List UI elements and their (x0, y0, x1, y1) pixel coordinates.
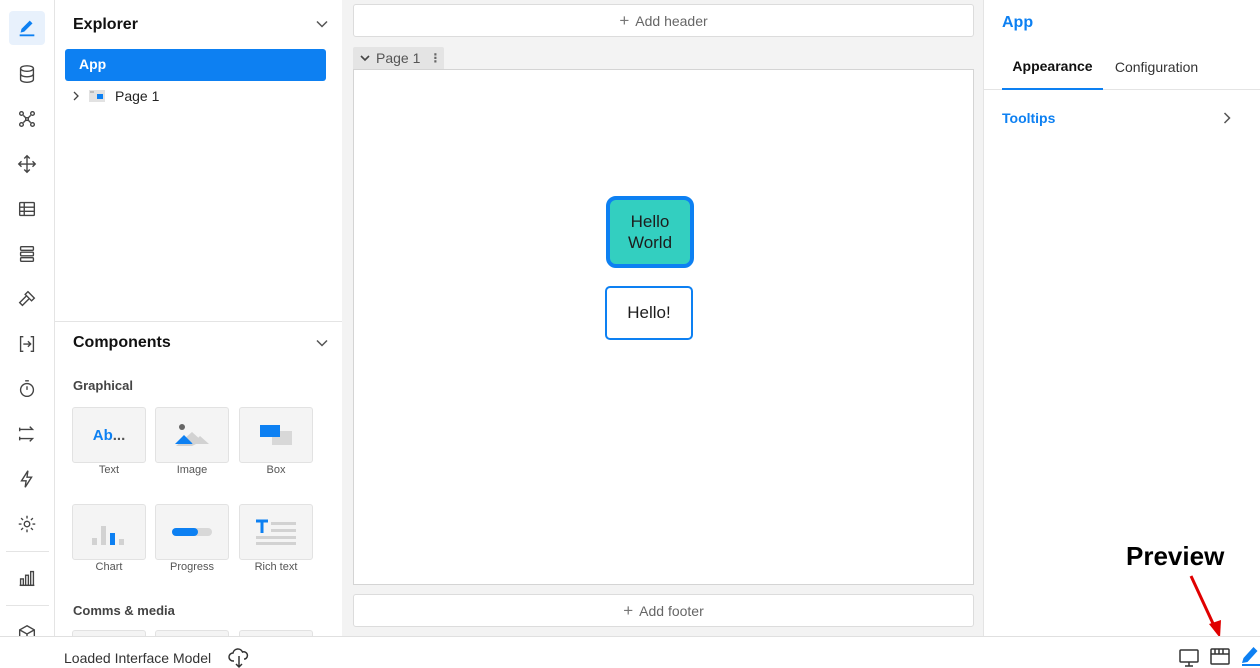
add-header-button[interactable]: + Add header (353, 4, 974, 37)
chevron-right-icon[interactable] (1220, 111, 1234, 125)
box-icon (260, 425, 292, 445)
chevron-right-icon[interactable] (71, 91, 81, 101)
components-panel: Components Graphical Ab... Text Image Bo… (55, 322, 342, 636)
plus-icon: + (623, 601, 634, 620)
explorer-title: Explorer (73, 16, 138, 33)
move-icon[interactable] (9, 147, 45, 181)
page-icon (89, 90, 105, 102)
page-tab[interactable]: Page 1 ⋮ (353, 47, 444, 69)
component-text[interactable]: Ab... Text (72, 407, 146, 476)
component-progress[interactable]: Progress (155, 504, 229, 573)
hammer-icon[interactable] (9, 282, 45, 316)
explorer-panel: Explorer App Page 1 (55, 0, 342, 322)
edit-icon[interactable] (9, 11, 45, 45)
chevron-down-icon[interactable] (360, 53, 370, 63)
tree-item-page-label: Page 1 (115, 88, 160, 104)
routing-icon[interactable] (9, 417, 45, 451)
annotation-arrow-icon (1189, 575, 1221, 638)
component-rich-text[interactable]: Rich text (239, 504, 313, 573)
progress-icon (172, 528, 212, 536)
network-icon[interactable] (9, 102, 45, 136)
status-bar: Loaded Interface Model (0, 636, 1260, 668)
properties-tabs: Appearance Configuration (984, 44, 1260, 90)
preview-icon[interactable] (1209, 646, 1231, 668)
chevron-down-icon[interactable] (315, 17, 329, 31)
plus-icon: + (619, 11, 630, 30)
status-text: Loaded Interface Model (64, 650, 212, 666)
database-icon[interactable] (9, 57, 45, 91)
tree-item-page[interactable]: Page 1 (71, 86, 159, 106)
more-options-icon[interactable]: ⋮ (429, 51, 441, 65)
tree-item-app[interactable]: App (65, 49, 326, 81)
rich-text-icon (256, 519, 296, 545)
import-icon[interactable] (9, 327, 45, 361)
hello-button[interactable]: Hello! (605, 286, 693, 340)
chart-icon (92, 526, 124, 545)
image-icon (175, 424, 209, 446)
tooltips-section[interactable]: Tooltips (1002, 110, 1055, 126)
list-icon[interactable] (9, 237, 45, 271)
canvas-area: + Add header Page 1 ⋮ Hello World Hello!… (342, 0, 983, 636)
table-icon[interactable] (9, 192, 45, 226)
add-footer-button[interactable]: + Add footer (353, 594, 974, 627)
icon-rail (0, 0, 55, 644)
graphical-section-label: Graphical (73, 378, 133, 393)
text-icon: Ab... (92, 426, 126, 444)
chart-icon[interactable] (9, 561, 45, 595)
rail-divider (6, 605, 49, 606)
component-image[interactable]: Image (155, 407, 229, 476)
properties-title: App (1002, 14, 1034, 31)
edit-mode-icon[interactable] (1240, 644, 1260, 666)
timer-icon[interactable] (9, 372, 45, 406)
hello-world-box[interactable]: Hello World (606, 196, 694, 268)
comms-section-label: Comms & media (73, 603, 175, 618)
desktop-icon[interactable] (1178, 648, 1200, 668)
components-title: Components (73, 334, 171, 351)
component-chart[interactable]: Chart (72, 504, 146, 573)
component-box[interactable]: Box (239, 407, 313, 476)
rail-divider (6, 551, 49, 552)
lightning-icon[interactable] (9, 462, 45, 496)
gear-icon[interactable] (9, 507, 45, 541)
cloud-download-icon[interactable] (228, 647, 250, 668)
preview-annotation-label: Preview (1126, 541, 1225, 571)
tab-appearance[interactable]: Appearance (1002, 44, 1103, 90)
chevron-down-icon[interactable] (315, 336, 329, 350)
tab-configuration[interactable]: Configuration (1109, 44, 1204, 90)
page-canvas[interactable]: Hello World Hello! (353, 69, 974, 585)
